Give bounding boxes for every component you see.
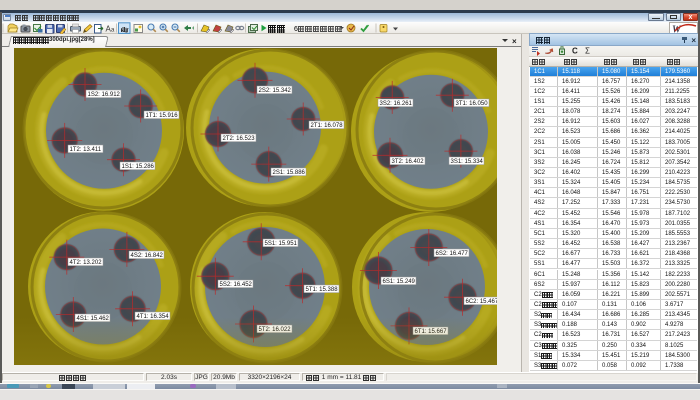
- svg-text:C: C: [572, 47, 578, 56]
- svg-text:Σ: Σ: [585, 47, 590, 56]
- svg-text:a: a: [111, 28, 115, 34]
